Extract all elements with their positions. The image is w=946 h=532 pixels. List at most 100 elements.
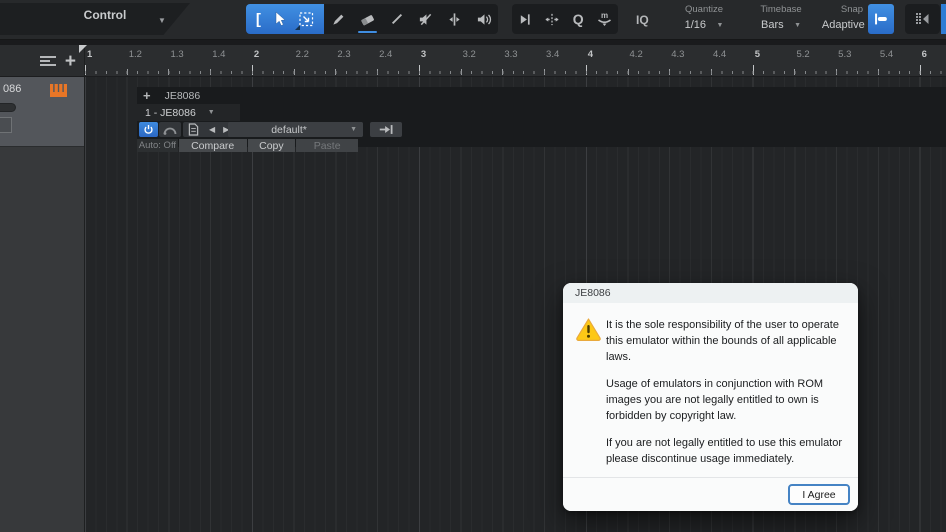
editor-tab-label[interactable]: JE8086 (165, 90, 201, 102)
dialog-message: It is the sole responsibility of the use… (606, 317, 848, 478)
tool-group: [ (246, 4, 498, 34)
ruler-label: 5.3 (838, 49, 851, 60)
paste-button[interactable]: Paste (296, 139, 358, 152)
ruler-tick (377, 69, 378, 75)
timebase-selector[interactable]: Timebase Bars ▼ (748, 4, 814, 36)
autoscroll-icon (518, 12, 533, 27)
ruler-tick (335, 69, 336, 75)
ruler-tick (669, 69, 670, 75)
ruler-tick (502, 69, 503, 75)
track-control-box[interactable] (0, 117, 12, 133)
dialog-paragraph: If you are not legally entitled to use t… (606, 435, 848, 467)
line-icon (390, 12, 404, 26)
snap-value[interactable]: Adaptive (822, 19, 865, 31)
copy-button[interactable]: Copy (248, 139, 296, 152)
add-editor-tab-button[interactable]: + (143, 88, 151, 103)
ruler-label: 3.4 (546, 49, 559, 60)
input-quantize-label[interactable]: IQ (636, 13, 649, 27)
ruler-tick (210, 69, 211, 75)
tool-flyout-indicator (295, 25, 300, 30)
dialog-title: JE8086 (575, 287, 611, 299)
mute-tool[interactable] (411, 4, 440, 34)
timeline-ruler[interactable]: 11.21.31.422.22.32.433.23.33.444.24.34.4… (85, 45, 946, 77)
ruler-label: 4.3 (671, 49, 684, 60)
ruler-tick (252, 65, 253, 75)
ruler-tick (544, 69, 545, 75)
listen-tool[interactable] (469, 4, 498, 34)
top-toolbar: ▼ Control ▼ [ (0, 0, 946, 40)
editor-header: + JE8086 1 - JE8086 ▼ (137, 87, 946, 147)
part-selector-dropdown[interactable]: 1 - JE8086 ▼ (137, 104, 240, 121)
marquee-add-icon[interactable] (299, 12, 314, 27)
ruler-label: 2.3 (337, 49, 350, 60)
ruler-tick (168, 69, 169, 75)
ruler-label: 2 (254, 49, 259, 60)
timestretch-icon (544, 12, 560, 27)
ruler-tick (294, 69, 295, 75)
agree-button[interactable]: I Agree (788, 484, 850, 505)
macro-icon: m (596, 11, 613, 27)
preset-file-icon[interactable] (188, 123, 199, 136)
track-volume-knob[interactable] (0, 103, 16, 112)
macro-button[interactable]: m (592, 4, 619, 34)
ruler-tick (628, 69, 629, 75)
timestretch-button[interactable] (539, 4, 566, 34)
ruler-tick (127, 69, 128, 75)
editor-action-chips: Auto: Off Compare Copy Paste (137, 139, 359, 152)
chevron-down-icon[interactable]: ▼ (158, 16, 166, 25)
ruler-tick (586, 65, 587, 75)
zoom-q-icon: Q (573, 11, 584, 27)
dialog-titlebar: JE8086 (563, 283, 858, 303)
automation-dial-icon (163, 125, 177, 135)
active-tool-underline (358, 31, 377, 33)
previous-preset-button[interactable]: ◀ (205, 125, 219, 134)
emulator-license-dialog: JE8086 It is the sole responsibility of … (563, 283, 858, 511)
control-dropdown-label[interactable]: Control (55, 8, 155, 22)
ruler-label: 1.3 (170, 49, 183, 60)
track-row[interactable]: 086 (0, 77, 84, 147)
chevron-down-icon: ▼ (208, 109, 215, 116)
ruler-tick (753, 65, 754, 75)
eraser-icon (359, 12, 376, 27)
timeline-ruler-row: + 11.21.31.422.22.32.433.23.33.444.24.34… (0, 45, 946, 77)
ruler-tick (711, 69, 712, 75)
daw-window: ▼ Control ▼ [ (0, 0, 946, 532)
action-group: Q m (512, 4, 618, 34)
selection-tool-active[interactable]: [ (246, 4, 324, 34)
preset-dropdown[interactable]: default* ▼ (228, 122, 363, 137)
preset-dropdown-value[interactable]: default* (228, 124, 350, 136)
bend-tool[interactable] (440, 4, 469, 34)
instrument-keyboard-icon[interactable] (50, 84, 68, 97)
toolbar-edge-button[interactable] (941, 4, 946, 34)
auto-toggle[interactable]: Auto: Off (137, 139, 178, 152)
ruler-label: 1.4 (212, 49, 225, 60)
eraser-tool[interactable] (353, 4, 382, 34)
quantize-value[interactable]: 1/16 (685, 19, 706, 31)
line-tool[interactable] (382, 4, 411, 34)
quantize-label: Quantize (664, 4, 744, 15)
ruler-label: 4.2 (630, 49, 643, 60)
track-list-icon[interactable] (39, 55, 57, 67)
quantize-selector[interactable]: Quantize 1/16 ▼ (664, 4, 744, 36)
ruler-label: 4.4 (713, 49, 726, 60)
track-name[interactable]: 086 (3, 83, 21, 95)
svg-text:m: m (601, 11, 608, 20)
range-select-icon[interactable]: [ (256, 12, 261, 27)
timebase-label: Timebase (748, 4, 814, 15)
ruler-tick (461, 69, 462, 75)
timebase-value[interactable]: Bars (761, 19, 784, 31)
automation-button[interactable] (159, 122, 181, 137)
panel-toggle-button[interactable] (905, 4, 940, 34)
insert-to-track-button[interactable] (370, 122, 402, 137)
pencil-tool[interactable] (324, 4, 353, 34)
snap-toggle-button[interactable] (868, 4, 894, 34)
add-track-icon[interactable]: + (65, 52, 76, 71)
part-selector-value[interactable]: 1 - JE8086 (145, 107, 196, 119)
open-panel-icon (915, 12, 931, 26)
autoscroll-button[interactable] (512, 4, 539, 34)
quantize-button[interactable]: Q (565, 4, 592, 34)
snap-to-grid-icon (872, 12, 890, 26)
bypass-power-button[interactable] (139, 122, 158, 137)
arrow-cursor-icon[interactable] (272, 11, 287, 27)
compare-button[interactable]: Compare (179, 139, 247, 152)
